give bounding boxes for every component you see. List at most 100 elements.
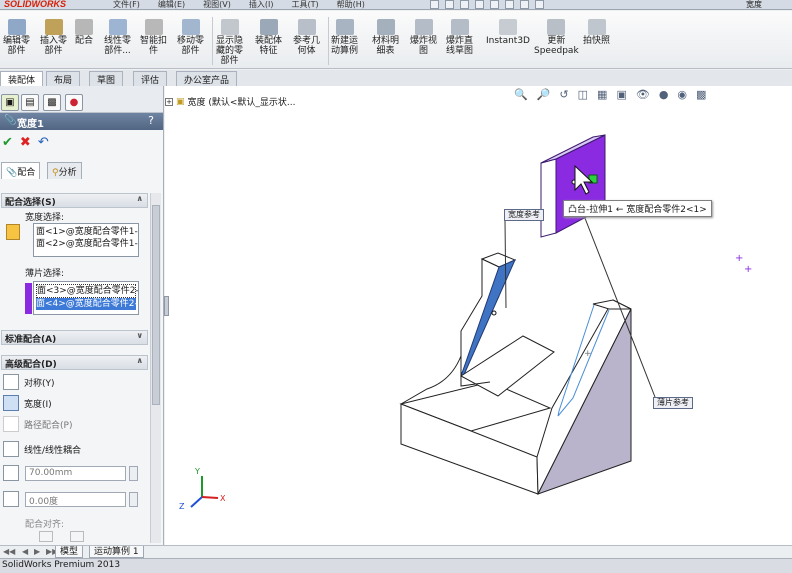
width-selection-list[interactable]: 面<1>@宽度配合零件1- 面<2>@宽度配合零件1-: [33, 223, 139, 257]
display-manager-tab[interactable]: ●: [65, 94, 83, 111]
bom-button[interactable]: 材料明 细表: [372, 19, 399, 56]
show-hidden-button[interactable]: 显示隐 藏的零 部件: [216, 19, 243, 66]
search-user[interactable]: 宽度: [746, 0, 762, 10]
next-tab-icon[interactable]: ▶: [34, 547, 40, 556]
edit-component-icon: [7, 19, 26, 35]
tab-model[interactable]: 模型: [55, 546, 84, 558]
tab-layout[interactable]: 布局: [46, 71, 81, 86]
open-icon[interactable]: [445, 0, 454, 9]
cancel-x-icon[interactable]: ✖: [20, 135, 31, 150]
assembly-feature-button[interactable]: 装配体 特征: [255, 19, 282, 56]
list-item[interactable]: 面<3>@宽度配合零件2-: [36, 284, 138, 298]
save-icon[interactable]: [460, 0, 469, 9]
menu-file[interactable]: 文件(F): [104, 0, 149, 10]
graphics-area[interactable]: 🔍 🔎 ↺ ◫ ▦ ▣ 👁 ● ◉ ▩ + ▣ 宽度 (默认<默认_显示状...: [165, 86, 792, 545]
menu-edit[interactable]: 编辑(E): [149, 0, 194, 10]
scrollbar-thumb[interactable]: [152, 205, 160, 405]
center-marker: +: [584, 349, 592, 359]
new-doc-icon[interactable]: [430, 0, 439, 9]
help-icon[interactable]: ?: [148, 114, 154, 127]
feature-tree-tab[interactable]: ▣: [1, 94, 19, 111]
tab-analysis[interactable]: ⚲分析: [47, 162, 82, 179]
base-part[interactable]: [399, 252, 632, 495]
list-item-selected[interactable]: 面<4>@宽度配合零件2-: [36, 298, 138, 310]
tab-evaluate[interactable]: 评估: [133, 71, 168, 86]
mate-selection-header[interactable]: 配合选择(S) ∧: [1, 193, 148, 208]
mate-alignment-label: 配合对齐:: [25, 520, 65, 530]
separator: [328, 17, 329, 65]
list-item[interactable]: 面<2>@宽度配合零件1-: [36, 238, 138, 250]
page-title: 宽度1: [17, 119, 44, 130]
prev-tab-icon[interactable]: ◀: [22, 547, 28, 556]
tab-motion-study[interactable]: 运动算例 1: [89, 546, 144, 558]
right-post-top: [592, 299, 632, 310]
print-icon[interactable]: [475, 0, 484, 9]
linear-coupler-option[interactable]: 线性/线性耦合: [3, 441, 81, 457]
smart-fastener-button[interactable]: 智能扣 件: [140, 19, 167, 56]
mate-button[interactable]: 配合: [75, 19, 93, 46]
advanced-mates-header[interactable]: 高级配合(D) ∧: [1, 355, 148, 370]
align-aligned-icon[interactable]: [39, 531, 53, 542]
panel-scrollbar[interactable]: [150, 193, 161, 543]
solidworks-logo[interactable]: SOLIDWORKS: [4, 0, 66, 9]
distance-spinner[interactable]: [129, 466, 138, 481]
tab-sketch[interactable]: 草图: [89, 71, 124, 86]
linear-pattern-button[interactable]: 线性零 部件...: [104, 19, 131, 56]
explode-line-button[interactable]: 爆炸直 线草图: [446, 19, 473, 56]
width-reference-callout[interactable]: 宽度参考: [504, 209, 544, 221]
rebuild-icon[interactable]: [520, 0, 529, 9]
assembly-feature-icon: [259, 19, 278, 35]
chevron-down-icon[interactable]: ∨: [137, 331, 144, 340]
tab-part[interactable]: [540, 134, 606, 238]
chevron-up-icon[interactable]: ∧: [137, 194, 144, 203]
move-component-icon: [181, 19, 200, 35]
tab-reference-callout[interactable]: 薄片参考: [653, 397, 693, 409]
distance-icon: [3, 465, 19, 481]
width-option[interactable]: 宽度(I): [3, 395, 52, 411]
symmetric-option[interactable]: 对称(Y): [3, 374, 55, 390]
distance-field[interactable]: 70.00mm: [25, 466, 126, 481]
first-tab-icon[interactable]: ◀◀: [3, 547, 15, 556]
tab-office-products[interactable]: 办公室产品: [176, 71, 238, 86]
angle-field[interactable]: 0.00度: [25, 492, 126, 507]
reference-geometry-button[interactable]: 参考几 何体: [293, 19, 320, 56]
motion-study-button[interactable]: 新建运 动算例: [331, 19, 358, 56]
menu-view[interactable]: 视图(V): [194, 0, 240, 10]
undo-icon[interactable]: [490, 0, 499, 9]
tab-assembly[interactable]: 装配体: [0, 71, 44, 86]
ok-check-icon[interactable]: ✔: [2, 135, 13, 150]
instant3d-icon: [498, 19, 517, 35]
bottom-tabs: ◀◀ ◀ ▶ ▶▶ 模型 运动算例 1: [0, 545, 792, 558]
insert-component-icon: [44, 19, 63, 35]
tab-mates[interactable]: 📎配合: [1, 162, 41, 179]
menu-insert[interactable]: 插入(I): [240, 0, 283, 10]
property-manager-header: 📎 宽度1 ?: [0, 113, 163, 130]
separator: [212, 17, 213, 65]
model-viewport[interactable]: + + +: [165, 86, 792, 545]
path-mate-option[interactable]: 路径配合(P): [3, 416, 72, 432]
exploded-view-button[interactable]: 爆炸视 图: [410, 19, 437, 56]
property-manager-tab[interactable]: ▤: [21, 94, 39, 111]
chevron-up-icon[interactable]: ∧: [137, 356, 144, 365]
options-icon[interactable]: [535, 0, 544, 9]
menu-help[interactable]: 帮助(H): [328, 0, 374, 10]
menu-tools[interactable]: 工具(T): [282, 0, 327, 10]
standard-mates-header[interactable]: 标准配合(A) ∨: [1, 330, 148, 345]
select-icon[interactable]: [505, 0, 514, 9]
move-component-button[interactable]: 移动零 部件: [177, 19, 204, 56]
instant3d-button[interactable]: Instant3D: [486, 19, 530, 46]
undo-arrow-icon[interactable]: ↶: [38, 135, 49, 150]
list-item[interactable]: 面<1>@宽度配合零件1-: [36, 226, 138, 238]
angle-spinner[interactable]: [129, 492, 138, 507]
edit-component-button[interactable]: 编辑零 部件: [3, 19, 30, 56]
tab-selection-list[interactable]: 面<3>@宽度配合零件2- 面<4>@宽度配合零件2-: [33, 281, 139, 315]
snapshot-button[interactable]: 拍快照: [583, 19, 610, 46]
insert-component-button[interactable]: 插入零 部件: [40, 19, 67, 56]
align-anti-aligned-icon[interactable]: [70, 531, 84, 542]
speedpak-button[interactable]: 更新 Speedpak: [534, 19, 579, 56]
width-selection-label: 宽度选择:: [25, 213, 65, 223]
config-manager-tab[interactable]: ▩: [43, 94, 61, 111]
title-bar: SOLIDWORKS 文件(F) 编辑(E) 视图(V) 插入(I) 工具(T)…: [0, 0, 792, 10]
mate-icon: 📎: [4, 115, 17, 126]
panel-splitter[interactable]: [164, 296, 169, 316]
